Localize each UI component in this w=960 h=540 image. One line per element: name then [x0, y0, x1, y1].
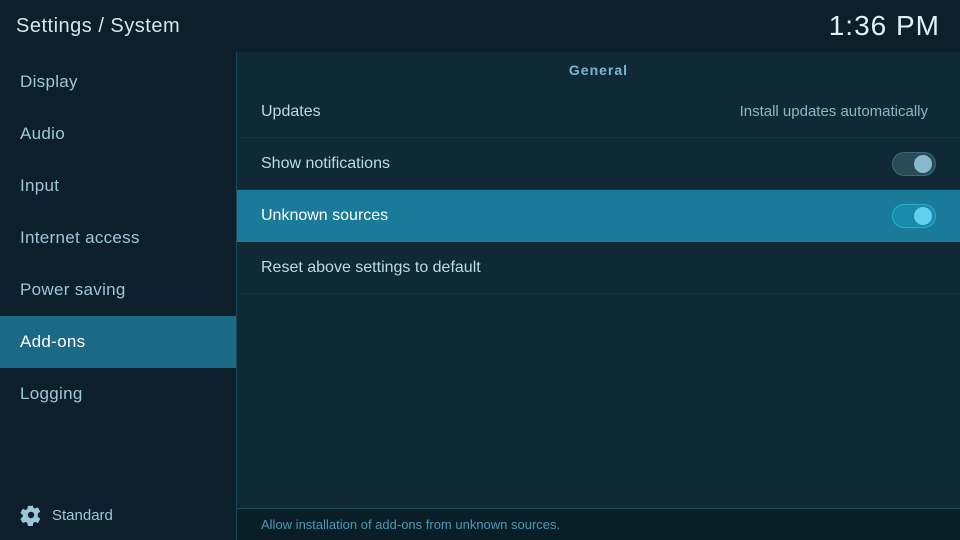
main-layout: DisplayAudioInputInternet accessPower sa…	[0, 52, 960, 540]
settings-list: UpdatesInstall updates automatically Show…	[237, 86, 960, 508]
gear-icon	[20, 504, 42, 526]
status-bar: Allow installation of add-ons from unkno…	[237, 508, 960, 540]
setting-row-unknown-sources[interactable]: Unknown sources	[237, 190, 960, 242]
sidebar-item-internet-access[interactable]: Internet access	[0, 212, 236, 264]
toggle-knob-show-notifications	[914, 155, 932, 173]
toggle-unknown-sources[interactable]	[892, 204, 936, 228]
setting-value-updates: Install updates automatically	[740, 103, 928, 120]
setting-row-reset-settings[interactable]: Reset above settings to default	[237, 242, 960, 294]
setting-row-show-notifications[interactable]: Show notifications	[237, 138, 960, 190]
sidebar-item-input[interactable]: Input	[0, 160, 236, 212]
content-area: General UpdatesInstall updates automatic…	[237, 52, 960, 540]
toggle-show-notifications[interactable]	[892, 152, 936, 176]
app-header: Settings / System 1:36 PM	[0, 0, 960, 52]
sidebar-item-power-saving[interactable]: Power saving	[0, 264, 236, 316]
sidebar-item-logging[interactable]: Logging	[0, 368, 236, 420]
section-header: General	[237, 52, 960, 86]
sidebar-item-add-ons[interactable]: Add-ons	[0, 316, 236, 368]
setting-label-updates: Updates	[261, 103, 740, 121]
sidebar: DisplayAudioInputInternet accessPower sa…	[0, 52, 236, 540]
sidebar-footer[interactable]: Standard	[0, 490, 236, 540]
setting-label-reset-settings: Reset above settings to default	[261, 259, 936, 277]
page-title: Settings / System	[16, 15, 180, 38]
clock: 1:36 PM	[829, 10, 940, 42]
toggle-knob-unknown-sources	[914, 207, 932, 225]
setting-label-show-notifications: Show notifications	[261, 155, 892, 173]
sidebar-footer-label: Standard	[52, 507, 113, 524]
sidebar-item-display[interactable]: Display	[0, 56, 236, 108]
status-text: Allow installation of add-ons from unkno…	[261, 517, 560, 532]
sidebar-item-audio[interactable]: Audio	[0, 108, 236, 160]
setting-row-updates[interactable]: UpdatesInstall updates automatically	[237, 86, 960, 138]
setting-label-unknown-sources: Unknown sources	[261, 207, 892, 225]
